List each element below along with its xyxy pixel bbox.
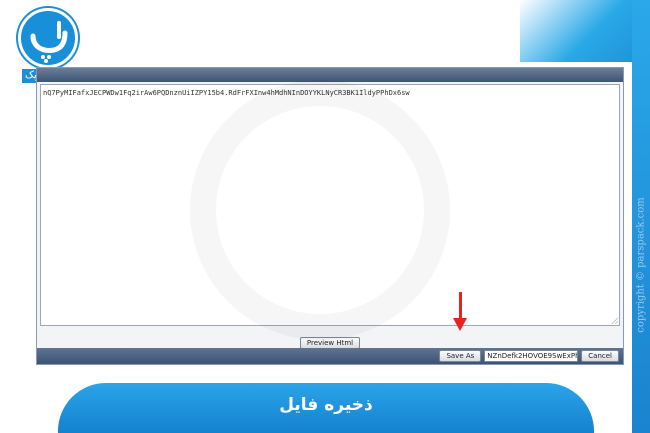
resize-grip-icon[interactable] (611, 317, 618, 324)
watermark-logo-icon (190, 80, 450, 340)
save-as-button[interactable]: Save As (439, 350, 482, 362)
parspack-logo-icon (18, 8, 78, 68)
cancel-button[interactable]: Cancel (581, 350, 619, 362)
save-controls: Save As NZnDefk2HOVOE9SwExPhI Cancel (439, 350, 619, 362)
banner-title: ذخیره فایل (279, 395, 373, 415)
side-copyright: copyright © parspack.com (634, 190, 648, 340)
caption-banner: ذخیره فایل (58, 383, 594, 433)
decorative-corner-band (520, 0, 650, 62)
editor-bottom-bar: Save As NZnDefk2HOVOE9SwExPhI Cancel (37, 348, 623, 364)
red-arrow-shaft (459, 292, 462, 320)
red-arrow-down-icon (453, 318, 467, 331)
side-copyright-text: copyright © parspack.com (635, 197, 647, 333)
filename-input[interactable]: NZnDefk2HOVOE9SwExPhI (484, 350, 579, 362)
